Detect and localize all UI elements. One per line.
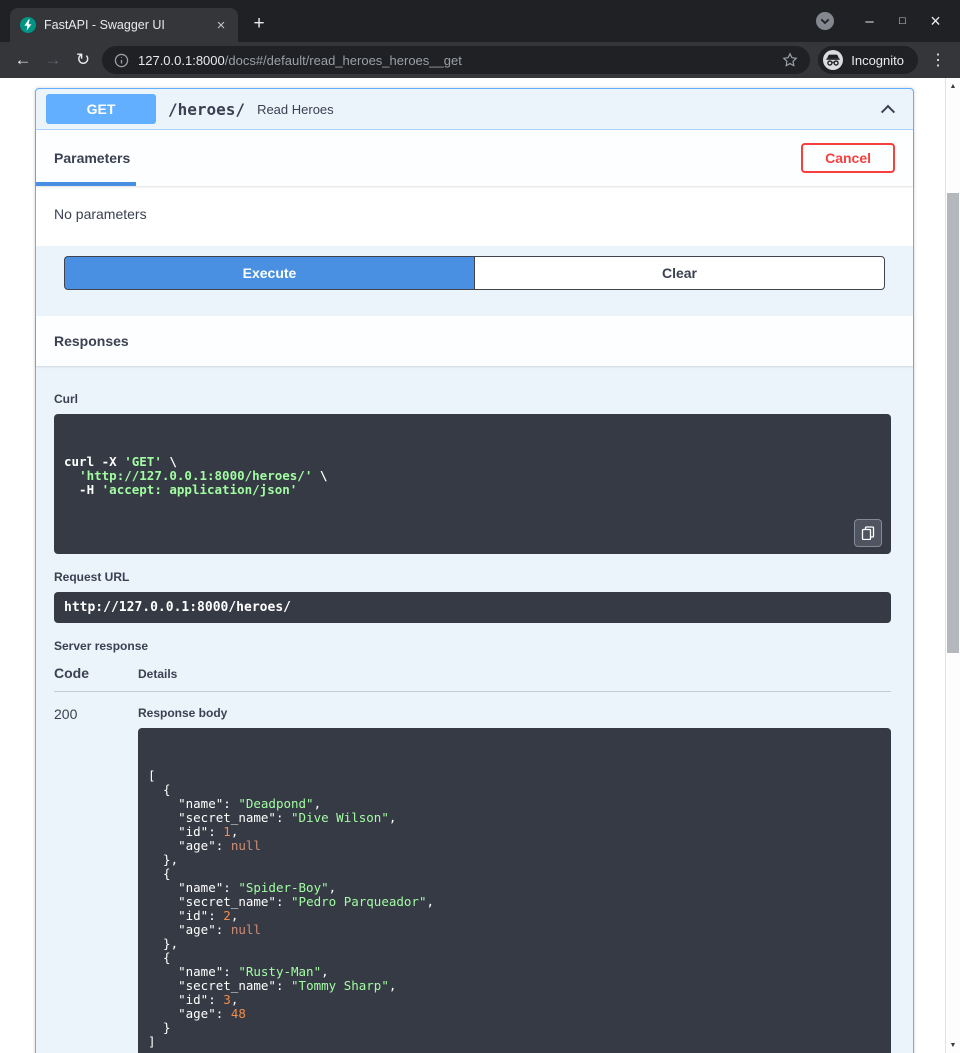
- request-url-value: http://127.0.0.1:8000/heroes/: [54, 592, 891, 623]
- curl-label: Curl: [54, 392, 891, 406]
- swagger-page: GET /heroes/ Read Heroes Parameters Canc…: [0, 78, 945, 1053]
- execute-button[interactable]: Execute: [64, 256, 474, 290]
- incognito-icon: [823, 50, 843, 70]
- endpoint-summary: Read Heroes: [257, 102, 334, 117]
- parameters-header: Parameters Cancel: [36, 130, 913, 186]
- tab-title: FastAPI - Swagger UI: [44, 18, 204, 32]
- new-tab-button[interactable]: +: [244, 9, 274, 39]
- window-close-button[interactable]: ×: [919, 0, 952, 42]
- opblock-get-heroes: GET /heroes/ Read Heroes Parameters Canc…: [35, 88, 914, 1053]
- code-column-header: Code: [54, 665, 138, 681]
- parameters-title: Parameters: [54, 150, 130, 166]
- tab-close-icon[interactable]: ×: [212, 16, 230, 34]
- response-row: 200 Response body [ { "name": "Deadpond"…: [54, 692, 891, 1053]
- tab-strip: FastAPI - Swagger UI × + – □ ×: [0, 0, 960, 42]
- window-maximize-button[interactable]: □: [886, 0, 919, 42]
- bookmark-star-icon[interactable]: [782, 52, 798, 68]
- scrollbar-up-icon[interactable]: ▲: [946, 79, 960, 93]
- site-info-icon[interactable]: [114, 53, 129, 68]
- response-body-block: [ { "name": "Deadpond", "secret_name": "…: [138, 728, 891, 1053]
- address-bar[interactable]: 127.0.0.1:8000/docs#/default/read_heroes…: [102, 46, 810, 74]
- curl-command-block: curl -X 'GET' \ 'http://127.0.0.1:8000/h…: [54, 414, 891, 554]
- responses-header: Responses: [36, 316, 913, 366]
- page-scrollbar[interactable]: ▲ ▼: [945, 78, 960, 1053]
- execute-row: Execute Clear: [36, 246, 913, 304]
- fastapi-favicon-icon: [20, 17, 36, 33]
- url-text[interactable]: 127.0.0.1:8000/docs#/default/read_heroes…: [138, 53, 773, 68]
- browser-menu-icon[interactable]: ⋮: [926, 50, 950, 70]
- tab-search-icon[interactable]: [811, 7, 839, 35]
- url-path: /docs#/default/read_heroes_heroes__get: [225, 53, 462, 68]
- collapse-chevron-icon[interactable]: [881, 105, 895, 119]
- browser-window: FastAPI - Swagger UI × + – □ × ← → ↻ 127…: [0, 0, 960, 1053]
- scrollbar-thumb[interactable]: [947, 193, 959, 653]
- opblock-summary[interactable]: GET /heroes/ Read Heroes: [36, 89, 913, 130]
- http-method-badge: GET: [46, 94, 156, 124]
- response-body-json: [ { "name": "Deadpond", "secret_name": "…: [148, 769, 881, 1049]
- scrollbar-down-icon[interactable]: ▼: [946, 1038, 960, 1052]
- response-body-label: Response body: [138, 706, 891, 720]
- clear-button[interactable]: Clear: [474, 256, 885, 290]
- request-url-label: Request URL: [54, 570, 891, 584]
- window-minimize-button[interactable]: –: [853, 0, 886, 42]
- cancel-button[interactable]: Cancel: [801, 143, 895, 173]
- server-response-label: Server response: [54, 639, 891, 653]
- parameters-tab-underline: [36, 182, 136, 186]
- browser-toolbar: ← → ↻ 127.0.0.1:8000/docs#/default/read_…: [0, 42, 960, 78]
- url-host: 127.0.0.1:8000: [138, 53, 225, 68]
- responses-body: Curl curl -X 'GET' \ 'http://127.0.0.1:8…: [36, 366, 913, 1053]
- incognito-badge: Incognito: [818, 46, 918, 74]
- details-column-header: Details: [138, 667, 177, 681]
- curl-command-text: curl -X 'GET' \ 'http://127.0.0.1:8000/h…: [64, 455, 881, 497]
- no-parameters-text: No parameters: [54, 206, 147, 222]
- response-table-header: Code Details: [54, 665, 891, 692]
- response-details: Response body [ { "name": "Deadpond", "s…: [138, 706, 891, 1053]
- window-controls: – □ ×: [811, 0, 952, 42]
- browser-tab[interactable]: FastAPI - Swagger UI ×: [10, 8, 238, 42]
- status-code: 200: [54, 706, 138, 722]
- endpoint-path: /heroes/: [168, 100, 245, 119]
- parameters-body: No parameters: [36, 186, 913, 246]
- responses-title: Responses: [54, 333, 129, 349]
- back-icon[interactable]: ←: [8, 45, 38, 75]
- incognito-label: Incognito: [851, 53, 904, 68]
- forward-icon[interactable]: →: [38, 45, 68, 75]
- copy-curl-button[interactable]: [854, 519, 882, 547]
- reload-icon[interactable]: ↻: [68, 45, 98, 75]
